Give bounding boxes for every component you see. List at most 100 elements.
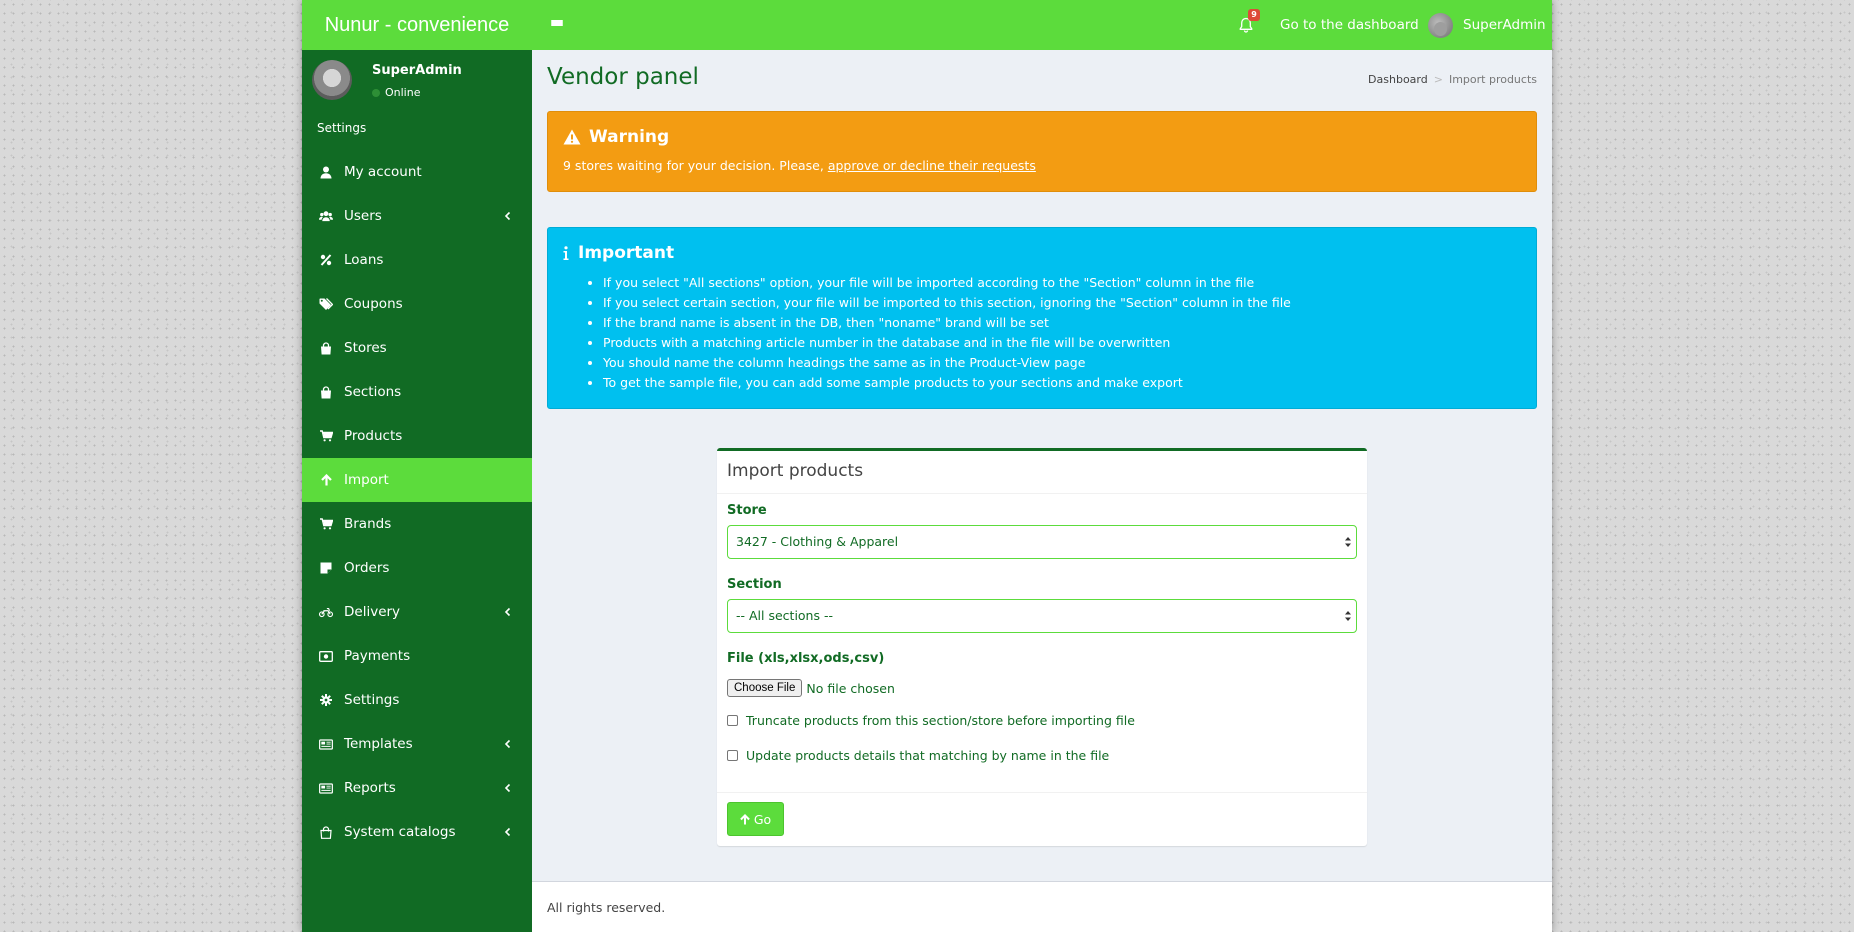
sidebar-item-users[interactable]: Users [302, 194, 532, 238]
sidebar-item-label: System catalogs [344, 824, 456, 840]
app-logo[interactable]: Nunur - convenience [302, 0, 532, 50]
warning-message: 9 stores waiting for your decision. Plea… [563, 158, 828, 173]
sidebar-toggle-button[interactable] [542, 0, 572, 50]
user-icon [319, 165, 333, 179]
truncate-option: Truncate products from this section/stor… [727, 713, 1135, 728]
sidebar-item-delivery[interactable]: Delivery [302, 590, 532, 634]
breadcrumb: Dashboard > Import products [1368, 73, 1537, 86]
section-select[interactable]: -- All sections -- [727, 599, 1357, 633]
sidebar-item-label: Loans [344, 252, 384, 268]
section-select-value: -- All sections -- [736, 608, 833, 623]
gear-icon [319, 693, 333, 707]
box-title: Import products [727, 461, 864, 481]
update-label: Update products details that matching by… [746, 748, 1110, 763]
user-status-label: Online [385, 86, 421, 99]
update-option: Update products details that matching by… [727, 748, 1109, 763]
go-to-dashboard-link[interactable]: Go to the dashboard [1280, 0, 1419, 50]
notification-badge: 9 [1248, 9, 1260, 21]
user-menu[interactable]: SuperAdmin [1428, 0, 1546, 50]
sidebar-section-header: Settings [317, 121, 367, 135]
app-wrapper: Nunur - convenience 9 Go to the dashboar… [302, 0, 1552, 932]
store-select[interactable]: 3427 - Clothing & Apparel [727, 525, 1357, 559]
warning-title-text: Warning [589, 127, 670, 147]
sidebar-avatar [312, 60, 352, 100]
arrow-up-icon [740, 813, 750, 824]
warning-title: Warning [563, 127, 669, 147]
sidebar-item-reports[interactable]: Reports [302, 766, 532, 810]
approve-requests-link[interactable]: approve or decline their requests [828, 158, 1036, 173]
list-item: Products with a matching article number … [603, 333, 1291, 353]
truncate-label: Truncate products from this section/stor… [746, 713, 1135, 728]
sidebar-item-sections[interactable]: Sections [302, 370, 532, 414]
main-content: Vendor panel Dashboard > Import products… [532, 50, 1552, 881]
sidebar-item-my-account[interactable]: My account [302, 150, 532, 194]
info-icon [563, 246, 569, 260]
shopping-bag-outline-icon [319, 825, 333, 839]
choose-file-button[interactable]: Choose File [727, 679, 803, 697]
shopping-bag-icon [319, 385, 333, 399]
header-user-name: SuperAdmin [1463, 17, 1546, 33]
newspaper-icon [319, 781, 333, 795]
info-list: If you select "All sections" option, you… [603, 273, 1291, 393]
divider [717, 792, 1367, 793]
warning-alert: Warning 9 stores waiting for your decisi… [547, 111, 1537, 192]
sidebar-item-label: Delivery [344, 604, 401, 620]
select-arrows-icon [1345, 611, 1351, 621]
sidebar-item-settings[interactable]: Settings [302, 678, 532, 722]
update-checkbox[interactable] [727, 750, 738, 761]
list-item: If you select certain section, your file… [603, 293, 1291, 313]
info-title-text: Important [578, 243, 675, 263]
users-icon [319, 209, 333, 223]
chevron-left-icon [504, 827, 511, 837]
import-products-box: Import products Store 3427 - Clothing & … [717, 448, 1367, 846]
sidebar-user-panel: SuperAdmin Online [302, 50, 532, 110]
sidebar-item-label: Sections [344, 384, 402, 400]
money-icon [319, 649, 333, 663]
sidebar-item-label: Payments [344, 648, 411, 664]
sidebar-item-brands[interactable]: Brands [302, 502, 532, 546]
chevron-left-icon [504, 739, 511, 749]
breadcrumb-dashboard-link[interactable]: Dashboard [1368, 73, 1428, 86]
sidebar-item-loans[interactable]: Loans [302, 238, 532, 282]
hamburger-icon [551, 20, 563, 30]
sidebar-item-templates[interactable]: Templates [302, 722, 532, 766]
sidebar: SuperAdmin Online Settings My account Us… [302, 50, 532, 932]
sidebar-item-label: My account [344, 164, 422, 180]
sidebar-item-coupons[interactable]: Coupons [302, 282, 532, 326]
cart-icon [319, 517, 333, 531]
sidebar-item-import[interactable]: Import [302, 458, 532, 502]
list-item: If the brand name is absent in the DB, t… [603, 313, 1291, 333]
store-label: Store [727, 503, 767, 518]
breadcrumb-separator: > [1433, 73, 1443, 86]
sidebar-item-stores[interactable]: Stores [302, 326, 532, 370]
sidebar-item-label: Orders [344, 560, 390, 576]
page-title: Vendor panel [547, 64, 699, 90]
warning-icon [563, 129, 581, 145]
sticky-note-icon [319, 561, 333, 575]
sidebar-item-label: Brands [344, 516, 392, 532]
motorcycle-icon [319, 605, 333, 619]
breadcrumb-current: Import products [1448, 73, 1537, 86]
page-footer: All rights reserved. [532, 881, 1552, 932]
sidebar-menu: My account Users Loans Coupons Stores Se… [302, 150, 532, 854]
file-input: Choose File No file chosen [727, 679, 895, 697]
go-button[interactable]: Go [727, 802, 784, 836]
sidebar-user-name: SuperAdmin [372, 63, 462, 78]
sidebar-item-system-catalogs[interactable]: System catalogs [302, 810, 532, 854]
list-item: You should name the column headings the … [603, 353, 1291, 373]
sidebar-item-payments[interactable]: Payments [302, 634, 532, 678]
sidebar-item-products[interactable]: Products [302, 414, 532, 458]
go-button-label: Go [753, 811, 772, 827]
section-label: Section [727, 577, 782, 592]
sidebar-item-label: Reports [344, 780, 396, 796]
warning-text: 9 stores waiting for your decision. Plea… [563, 158, 1036, 173]
list-item: To get the sample file, you can add some… [603, 373, 1291, 393]
sidebar-item-label: Users [344, 208, 382, 224]
avatar [1428, 12, 1453, 38]
divider [717, 493, 1367, 494]
percent-icon [319, 253, 333, 267]
truncate-checkbox[interactable] [727, 715, 738, 726]
user-status: Online [372, 86, 420, 99]
top-header: Nunur - convenience 9 Go to the dashboar… [302, 0, 1552, 50]
sidebar-item-orders[interactable]: Orders [302, 546, 532, 590]
